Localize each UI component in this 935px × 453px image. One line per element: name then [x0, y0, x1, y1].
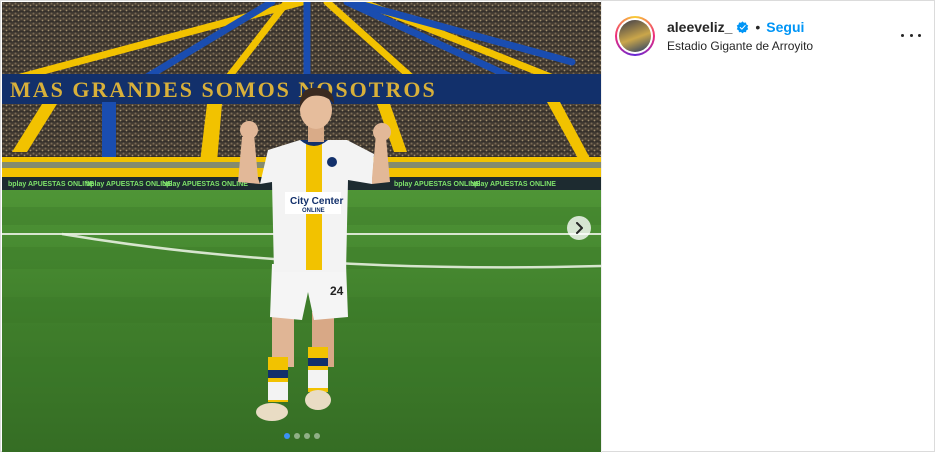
ad-board-5: bplay APUESTAS ONLINE [470, 181, 556, 188]
ad-board-4: bplay APUESTAS ONLINE [394, 181, 480, 188]
story-ring[interactable] [615, 16, 655, 56]
instagram-post: MAS GRANDES SOMOS NOSOTROS bplay APUESTA… [0, 0, 935, 453]
banner-text: MAS GRANDES SOMOS NOSOTROS [10, 77, 437, 102]
location-link[interactable]: Estadio Gigante de Arroyito [667, 39, 813, 53]
carousel-dot-3 [303, 433, 310, 439]
stadium-photo: MAS GRANDES SOMOS NOSOTROS bplay APUESTA… [2, 2, 601, 452]
carousel-dot-1 [283, 433, 290, 439]
more-options-button[interactable] [901, 28, 921, 42]
post-side-panel: aleeveliz_ • Segui Estadio Gigante de Ar… [601, 1, 935, 453]
shorts-number: 24 [330, 284, 344, 298]
username-link[interactable]: aleeveliz_ [667, 19, 732, 35]
jersey-sponsor-sub: ONLINE [302, 208, 325, 214]
carousel-indicator [2, 433, 601, 439]
header-text: aleeveliz_ • Segui Estadio Gigante de Ar… [667, 18, 813, 53]
follow-button[interactable]: Segui [766, 19, 804, 35]
next-photo-button[interactable] [567, 216, 591, 240]
ad-board-1: bplay APUESTAS ONLINE [8, 181, 94, 188]
ad-board-3: bplay APUESTAS ONLINE [162, 181, 248, 188]
chevron-right-icon [576, 222, 583, 234]
carousel-dot-4 [313, 433, 320, 439]
verified-badge-icon [737, 20, 749, 33]
avatar[interactable] [619, 20, 651, 52]
more-options-icon [901, 33, 904, 37]
post-photo[interactable]: MAS GRANDES SOMOS NOSOTROS bplay APUESTA… [2, 2, 601, 452]
jersey-sponsor: City Center [290, 196, 343, 207]
ad-board-2: bplay APUESTAS ONLINE [86, 181, 172, 188]
carousel-dot-2 [293, 433, 300, 439]
post-header: aleeveliz_ • Segui Estadio Gigante de Ar… [602, 1, 935, 71]
separator-dot: • [755, 19, 761, 35]
